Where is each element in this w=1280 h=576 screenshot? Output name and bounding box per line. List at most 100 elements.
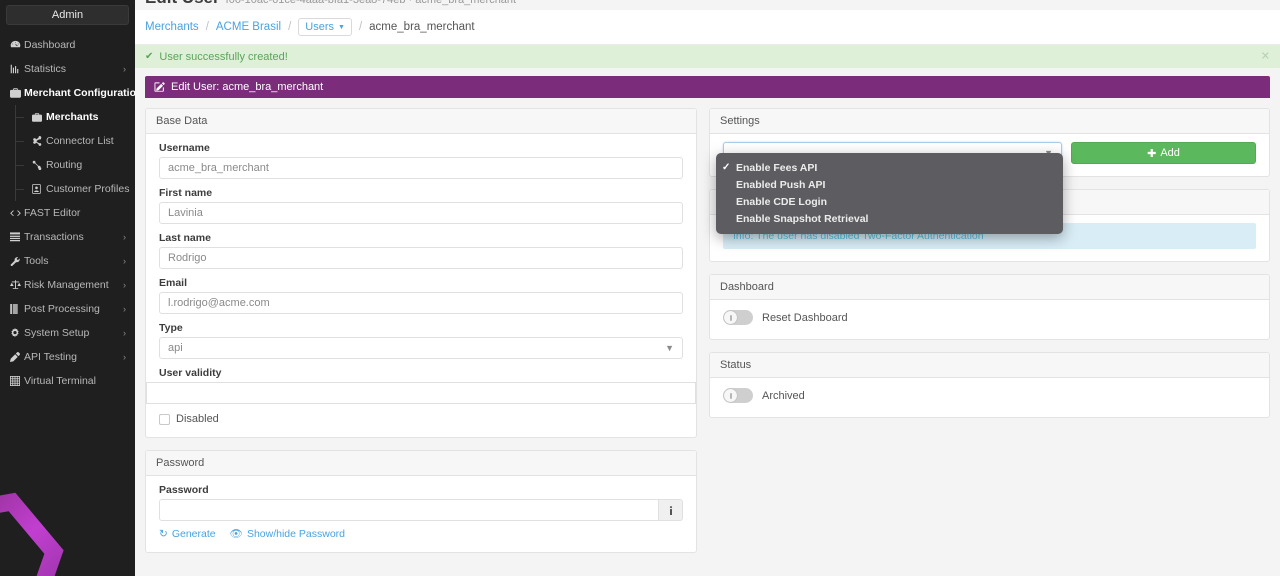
sidebar-item-label: Customer Profiles [46, 183, 129, 195]
sidebar-item-fast-editor[interactable]: FAST Editor [0, 201, 135, 225]
close-icon[interactable]: ✕ [1261, 51, 1270, 62]
field-user-validity: User validity [159, 367, 683, 404]
chevron-right-icon: › [123, 304, 126, 314]
add-setting-label: Add [1160, 147, 1180, 159]
sidebar-item-label: Transactions [24, 231, 119, 243]
disabled-checkbox-row[interactable]: Disabled [159, 413, 683, 425]
base-data-panel-body: Username acme_bra_merchant First name La… [146, 134, 696, 437]
sidebar-item-transactions[interactable]: Transactions › [0, 225, 135, 249]
page-title-strip: Edit Userf00-10ac-61ce-4aaa-bfa1-3ea8-74… [135, 0, 1280, 10]
disabled-checkbox[interactable] [159, 414, 170, 425]
sidebar-item-merchant-configuration[interactable]: Merchant Configuration ⌄ [0, 81, 135, 105]
success-alert: ✔ User successfully created! ✕ [135, 45, 1280, 68]
sidebar-item-label: Merchant Configuration [24, 87, 135, 99]
first-name-label: First name [159, 187, 683, 199]
reset-dashboard-toggle[interactable] [723, 310, 753, 325]
dashboard-panel: Dashboard Reset Dashboard [709, 274, 1270, 340]
sidebar-item-customer-profiles[interactable]: Customer Profiles [18, 177, 135, 201]
last-name-value: Rodrigo [168, 252, 207, 264]
sidebar-item-risk-management[interactable]: Risk Management › [0, 273, 135, 297]
id-card-icon [32, 184, 46, 194]
type-label: Type [159, 322, 683, 334]
sidebar-item-tools[interactable]: Tools › [0, 249, 135, 273]
user-validity-input[interactable] [146, 382, 696, 404]
generate-password-link[interactable]: ↻ Generate [159, 528, 216, 540]
sidebar-item-virtual-terminal[interactable]: Virtual Terminal [0, 369, 135, 393]
password-panel-title: Password [146, 451, 696, 476]
email-input[interactable]: l.rodrigo@acme.com [159, 292, 683, 314]
show-hide-password-label: Show/hide Password [247, 528, 345, 540]
dropdown-item-label: Enable Fees API [736, 162, 817, 174]
breadcrumb-separator: / [206, 21, 209, 33]
email-value: l.rodrigo@acme.com [168, 297, 270, 309]
dropdown-item-enable-snapshot-retrieval[interactable]: Enable Snapshot Retrieval [716, 211, 1063, 226]
sidebar-item-post-processing[interactable]: Post Processing › [0, 297, 135, 321]
settings-dropdown-menu[interactable]: ✓ Enable Fees API Enabled Push API Enabl… [716, 153, 1063, 234]
add-setting-button[interactable]: ✚ Add [1071, 142, 1256, 164]
sidebar-item-label: Risk Management [24, 279, 119, 291]
last-name-input[interactable]: Rodrigo [159, 247, 683, 269]
first-name-value: Lavinia [168, 207, 203, 219]
breadcrumb-users-dropdown[interactable]: Users ▼ [298, 18, 352, 36]
eye-icon: 👁 [230, 527, 243, 540]
dashboard-panel-body: Reset Dashboard [710, 300, 1269, 339]
chevron-down-icon: ▼ [665, 343, 674, 353]
sidebar-item-merchants[interactable]: Merchants [18, 105, 135, 129]
breadcrumb: Merchants / ACME Brasil / Users ▼ / acme… [135, 10, 1280, 45]
sidebar-item-label: Dashboard [24, 39, 126, 51]
settings-panel-title: Settings [710, 109, 1269, 134]
breadcrumb-merchants-link[interactable]: Merchants [145, 21, 199, 33]
field-username: Username acme_bra_merchant [159, 142, 683, 179]
refresh-icon: ↻ [159, 528, 168, 540]
chevron-right-icon: › [123, 256, 126, 266]
share-nodes-icon [32, 136, 46, 146]
base-data-panel-title: Base Data [146, 109, 696, 134]
edit-user-header-label: Edit User: acme_bra_merchant [171, 81, 323, 93]
chevron-right-icon: › [123, 64, 126, 74]
sidebar-submenu-merchant-configuration: Merchants Connector List Routing [0, 105, 135, 201]
username-label: Username [159, 142, 683, 154]
dashboard-panel-title: Dashboard [710, 275, 1269, 300]
first-name-input[interactable]: Lavinia [159, 202, 683, 224]
sidebar-item-dashboard[interactable]: Dashboard [0, 33, 135, 57]
chart-bar-icon [10, 64, 24, 74]
email-label: Email [159, 277, 683, 289]
password-panel-body: Password [146, 476, 696, 552]
sidebar-item-statistics[interactable]: Statistics › [0, 57, 135, 81]
page-title-subtitle: f00-10ac-61ce-4aaa-bfa1-3ea8-74eb · acme… [226, 0, 516, 6]
pencil-square-icon [154, 82, 165, 92]
dropdown-item-enable-cde-login[interactable]: Enable CDE Login [716, 194, 1063, 209]
username-input[interactable]: acme_bra_merchant [159, 157, 683, 179]
sidebar-item-label: FAST Editor [24, 207, 126, 219]
archived-toggle[interactable] [723, 388, 753, 403]
sidebar-item-label: Virtual Terminal [24, 375, 126, 387]
status-panel: Status Archived [709, 352, 1270, 418]
sidebar-item-system-setup[interactable]: System Setup › [0, 321, 135, 345]
caret-down-icon: ▼ [338, 24, 345, 31]
archived-label: Archived [762, 390, 805, 402]
sidebar-item-label: Connector List [46, 135, 126, 147]
chevron-right-icon: › [123, 232, 126, 242]
sidebar-item-api-testing[interactable]: API Testing › [0, 345, 135, 369]
briefcase-icon [10, 88, 24, 98]
field-email: Email l.rodrigo@acme.com [159, 277, 683, 314]
show-hide-password-link[interactable]: 👁 Show/hide Password [230, 527, 345, 540]
briefcase-icon [32, 113, 46, 122]
password-panel: Password Password [145, 450, 697, 553]
sidebar-item-label: System Setup [24, 327, 119, 339]
sidebar-item-connector-list[interactable]: Connector List [18, 129, 135, 153]
route-icon [32, 160, 46, 170]
password-actions: ↻ Generate 👁 Show/hide Password [159, 527, 683, 540]
check-icon: ✔ [145, 51, 153, 62]
sidebar-item-routing[interactable]: Routing [18, 153, 135, 177]
password-input[interactable] [159, 499, 659, 521]
dropdown-item-enabled-push-api[interactable]: Enabled Push API [716, 177, 1063, 192]
info-icon[interactable] [659, 499, 683, 521]
user-validity-label: User validity [159, 367, 683, 379]
dropdown-item-enable-fees-api[interactable]: ✓ Enable Fees API [716, 160, 1063, 175]
admin-button[interactable]: Admin [6, 5, 129, 25]
sidebar-item-label: API Testing [24, 351, 119, 363]
status-panel-title: Status [710, 353, 1269, 378]
breadcrumb-merchant-link[interactable]: ACME Brasil [216, 21, 281, 33]
type-select[interactable]: api ▼ [159, 337, 683, 359]
